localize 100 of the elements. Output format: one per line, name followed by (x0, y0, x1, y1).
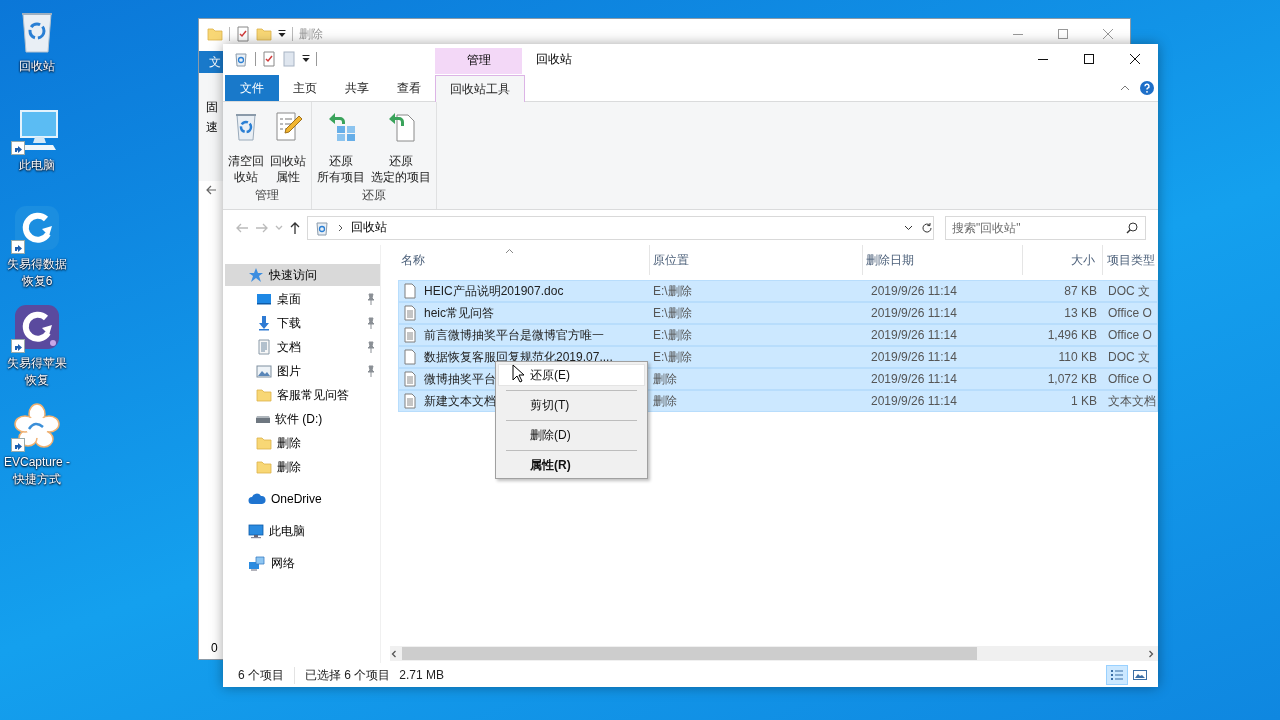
nav-item[interactable]: 下载 (225, 312, 380, 334)
text-file-icon (402, 371, 418, 387)
file-name: 微博抽奖平台 (424, 370, 496, 388)
nav-item[interactable]: 快速访问 (225, 264, 380, 286)
close-icon (1102, 29, 1113, 39)
ribbon-label: 固 (205, 99, 218, 116)
nav-item[interactable]: 桌面 (225, 288, 380, 310)
ribbon-tab[interactable]: 主页 (279, 75, 331, 101)
scroll-left-icon[interactable] (390, 649, 398, 658)
ribbon-tab[interactable]: 回收站工具 (435, 75, 525, 102)
ribbon-button[interactable]: 回收站 属性 (268, 110, 308, 187)
nav-item[interactable]: 文档 (225, 336, 380, 358)
nav-item[interactable]: 网络 (225, 552, 380, 574)
file-tab[interactable]: 文件 (225, 75, 279, 101)
scroll-right-icon[interactable] (1147, 649, 1155, 658)
selection-count: 已选择 6 个项目 (305, 666, 391, 684)
table-cell-text: 删除 (652, 370, 678, 388)
page-icon (282, 51, 296, 67)
breadcrumb[interactable]: 回收站 (351, 219, 387, 236)
folder-icon (256, 387, 272, 403)
file-row[interactable]: heic常见问答 E:\删除 2019/9/26 11:14 13 KB Office O (398, 302, 1158, 324)
table-cell-text: 13 KB (1063, 306, 1098, 320)
table-cell-text: E:\删除 (652, 304, 693, 322)
ribbon-tab[interactable]: 文 (199, 51, 224, 73)
up-arrow-icon[interactable] (289, 220, 301, 235)
ribbon-tab[interactable]: 查看 (383, 75, 435, 101)
table-cell-text: 删除 (652, 392, 678, 410)
window-title: 删除 (299, 25, 323, 43)
context-tab-header: 管理 (435, 48, 522, 74)
maximize-icon (1084, 54, 1094, 64)
cloud-icon (248, 491, 266, 507)
table-cell-text: E:\删除 (652, 326, 693, 344)
mouse-cursor-icon (512, 364, 524, 383)
menu-item[interactable]: 删除(D) (498, 424, 645, 446)
menu-item[interactable]: 还原(E) (498, 364, 645, 386)
window-title: 回收站 (535, 50, 572, 68)
table-cell-text: Office O (1107, 306, 1153, 320)
icon-label[interactable]: 此电脑 (2, 157, 72, 174)
picture-view-icon (1132, 667, 1148, 683)
column-header[interactable]: 项目类型 (1103, 245, 1158, 275)
details-view-button[interactable] (1106, 665, 1128, 685)
icon-label[interactable]: 回收站 (2, 58, 72, 75)
documents-icon (256, 339, 272, 355)
checklist-icon (262, 51, 276, 67)
text-file-icon (402, 327, 418, 343)
column-header[interactable]: 删除日期 (863, 245, 1023, 275)
collapse-ribbon-icon[interactable] (1120, 83, 1130, 92)
text-file-icon (402, 305, 418, 321)
table-cell-text: 2019/9/26 11:14 (870, 394, 958, 408)
ribbon-button[interactable]: 还原 所有项目 (315, 110, 367, 187)
close-icon (1129, 53, 1141, 65)
file-row[interactable]: HEIC产品说明201907.doc E:\删除 2019/9/26 11:14 87 KB DOC 文 (398, 280, 1158, 302)
ribbon-button[interactable]: 清空回 收站 (226, 110, 266, 187)
document-icon (402, 283, 418, 299)
file-name: heic常见问答 (424, 304, 494, 322)
folder-icon (256, 435, 272, 451)
chevron-down-icon[interactable] (904, 224, 913, 231)
desktop-icon (256, 291, 272, 307)
help-icon[interactable] (1140, 80, 1154, 95)
table-cell-text: 2019/9/26 11:14 (870, 306, 958, 320)
nav-item[interactable]: 删除 (225, 432, 380, 454)
nav-item[interactable]: 删除 (225, 456, 380, 478)
back-arrow-icon[interactable] (205, 184, 217, 196)
scrollbar-thumb[interactable] (402, 647, 977, 660)
folder-icon (256, 26, 272, 42)
nav-item[interactable]: 客服常见问答 (225, 384, 380, 406)
table-cell-text: 2019/9/26 11:14 (870, 350, 958, 364)
item-count: 0 (210, 641, 219, 655)
refresh-icon[interactable] (921, 221, 933, 234)
menu-item[interactable]: 属性(R) (498, 454, 645, 476)
icon-label[interactable]: 失易得数据恢复6 (2, 256, 72, 290)
column-header[interactable]: 名称 (398, 245, 650, 275)
text-file-icon (402, 393, 418, 409)
table-cell-text: Office O (1107, 328, 1153, 342)
pictures-icon (256, 363, 272, 379)
table-cell-text: E:\删除 (652, 348, 693, 366)
ribbon-tab[interactable]: 共享 (331, 75, 383, 101)
nav-item[interactable]: 软件 (D:) (225, 408, 380, 430)
ribbon-label: 速 (205, 119, 218, 136)
column-header[interactable]: 原位置 (650, 245, 863, 275)
sort-caret-icon (505, 248, 514, 254)
table-cell-text: 87 KB (1063, 284, 1098, 298)
table-cell-text: DOC 文 (1107, 282, 1151, 300)
app-icon (13, 204, 61, 252)
maximize-icon (1057, 29, 1068, 39)
search-icon (1126, 221, 1138, 234)
nav-item[interactable]: 此电脑 (225, 520, 380, 542)
search-field[interactable]: 搜索"回收站" (945, 215, 1146, 240)
ribbon-button[interactable]: 还原 选定的项目 (369, 110, 433, 187)
flower-icon (13, 402, 61, 450)
table-cell-text: Office O (1107, 372, 1153, 386)
nav-item[interactable]: OneDrive (225, 488, 380, 510)
recycle-bin-icon (233, 51, 249, 67)
table-cell-text: E:\删除 (652, 282, 693, 300)
column-header[interactable]: 大小 (1023, 245, 1103, 275)
file-row[interactable]: 前言微博抽奖平台是微博官方唯一 E:\删除 2019/9/26 11:14 1,496 KB Office O (398, 324, 1158, 346)
nav-item[interactable]: 图片 (225, 360, 380, 382)
recycle-bin-icon (314, 219, 330, 236)
address-bar[interactable]: 回收站 (307, 215, 934, 240)
computer-icon (248, 523, 264, 539)
